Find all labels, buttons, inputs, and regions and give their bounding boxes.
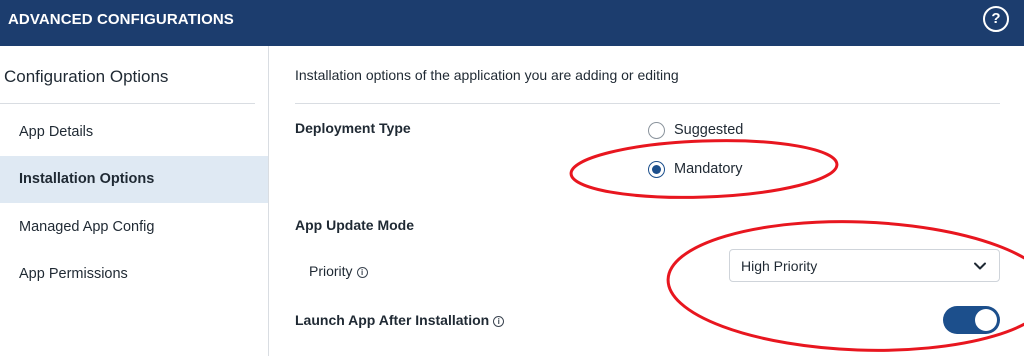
info-icon[interactable]: i: [356, 267, 368, 278]
sidebar-item-app-permissions[interactable]: App Permissions: [0, 251, 268, 298]
priority-label: Priority i: [309, 263, 368, 279]
sidebar-heading: Configuration Options: [4, 67, 169, 86]
header-bar: ADVANCED CONFIGURATIONS ?: [0, 0, 1024, 46]
app-update-mode-label: App Update Mode: [295, 217, 414, 233]
sidebar-item-installation-options[interactable]: Installation Options: [0, 156, 268, 203]
sidebar-item-label: Managed App Config: [19, 219, 155, 235]
chevron-down-icon: [974, 262, 986, 270]
annotation-ellipse-priority-launch: [666, 220, 1024, 352]
launch-after-install-label: Launch App After Installation i: [295, 312, 505, 328]
radio-button[interactable]: [648, 122, 665, 139]
sidebar-item-label: Installation Options: [19, 171, 155, 187]
toggle-knob: [975, 309, 997, 331]
sidebar-item-managed-app-config[interactable]: Managed App Config: [0, 204, 268, 251]
radio-label: Suggested: [674, 122, 744, 138]
sidebar: Configuration Options App Details Instal…: [0, 46, 269, 356]
priority-label-text: Priority: [309, 263, 353, 279]
radio-label: Mandatory: [674, 161, 743, 177]
sidebar-item-label: App Details: [19, 124, 94, 140]
priority-select-value: High Priority: [741, 258, 818, 274]
radio-button[interactable]: [648, 161, 665, 178]
info-icon[interactable]: i: [493, 316, 505, 327]
section-description: Installation options of the application …: [295, 67, 679, 83]
sidebar-divider: [0, 103, 255, 104]
priority-select[interactable]: High Priority: [729, 249, 1000, 282]
deployment-type-label: Deployment Type: [295, 120, 411, 136]
sidebar-item-app-details[interactable]: App Details: [0, 109, 268, 156]
help-icon[interactable]: ?: [983, 6, 1009, 32]
sidebar-item-label: App Permissions: [19, 266, 128, 282]
section-divider: [295, 103, 1000, 104]
launch-after-install-toggle[interactable]: [943, 306, 1000, 334]
launch-after-install-text: Launch App After Installation: [295, 312, 490, 328]
page-title: ADVANCED CONFIGURATIONS: [8, 11, 234, 28]
